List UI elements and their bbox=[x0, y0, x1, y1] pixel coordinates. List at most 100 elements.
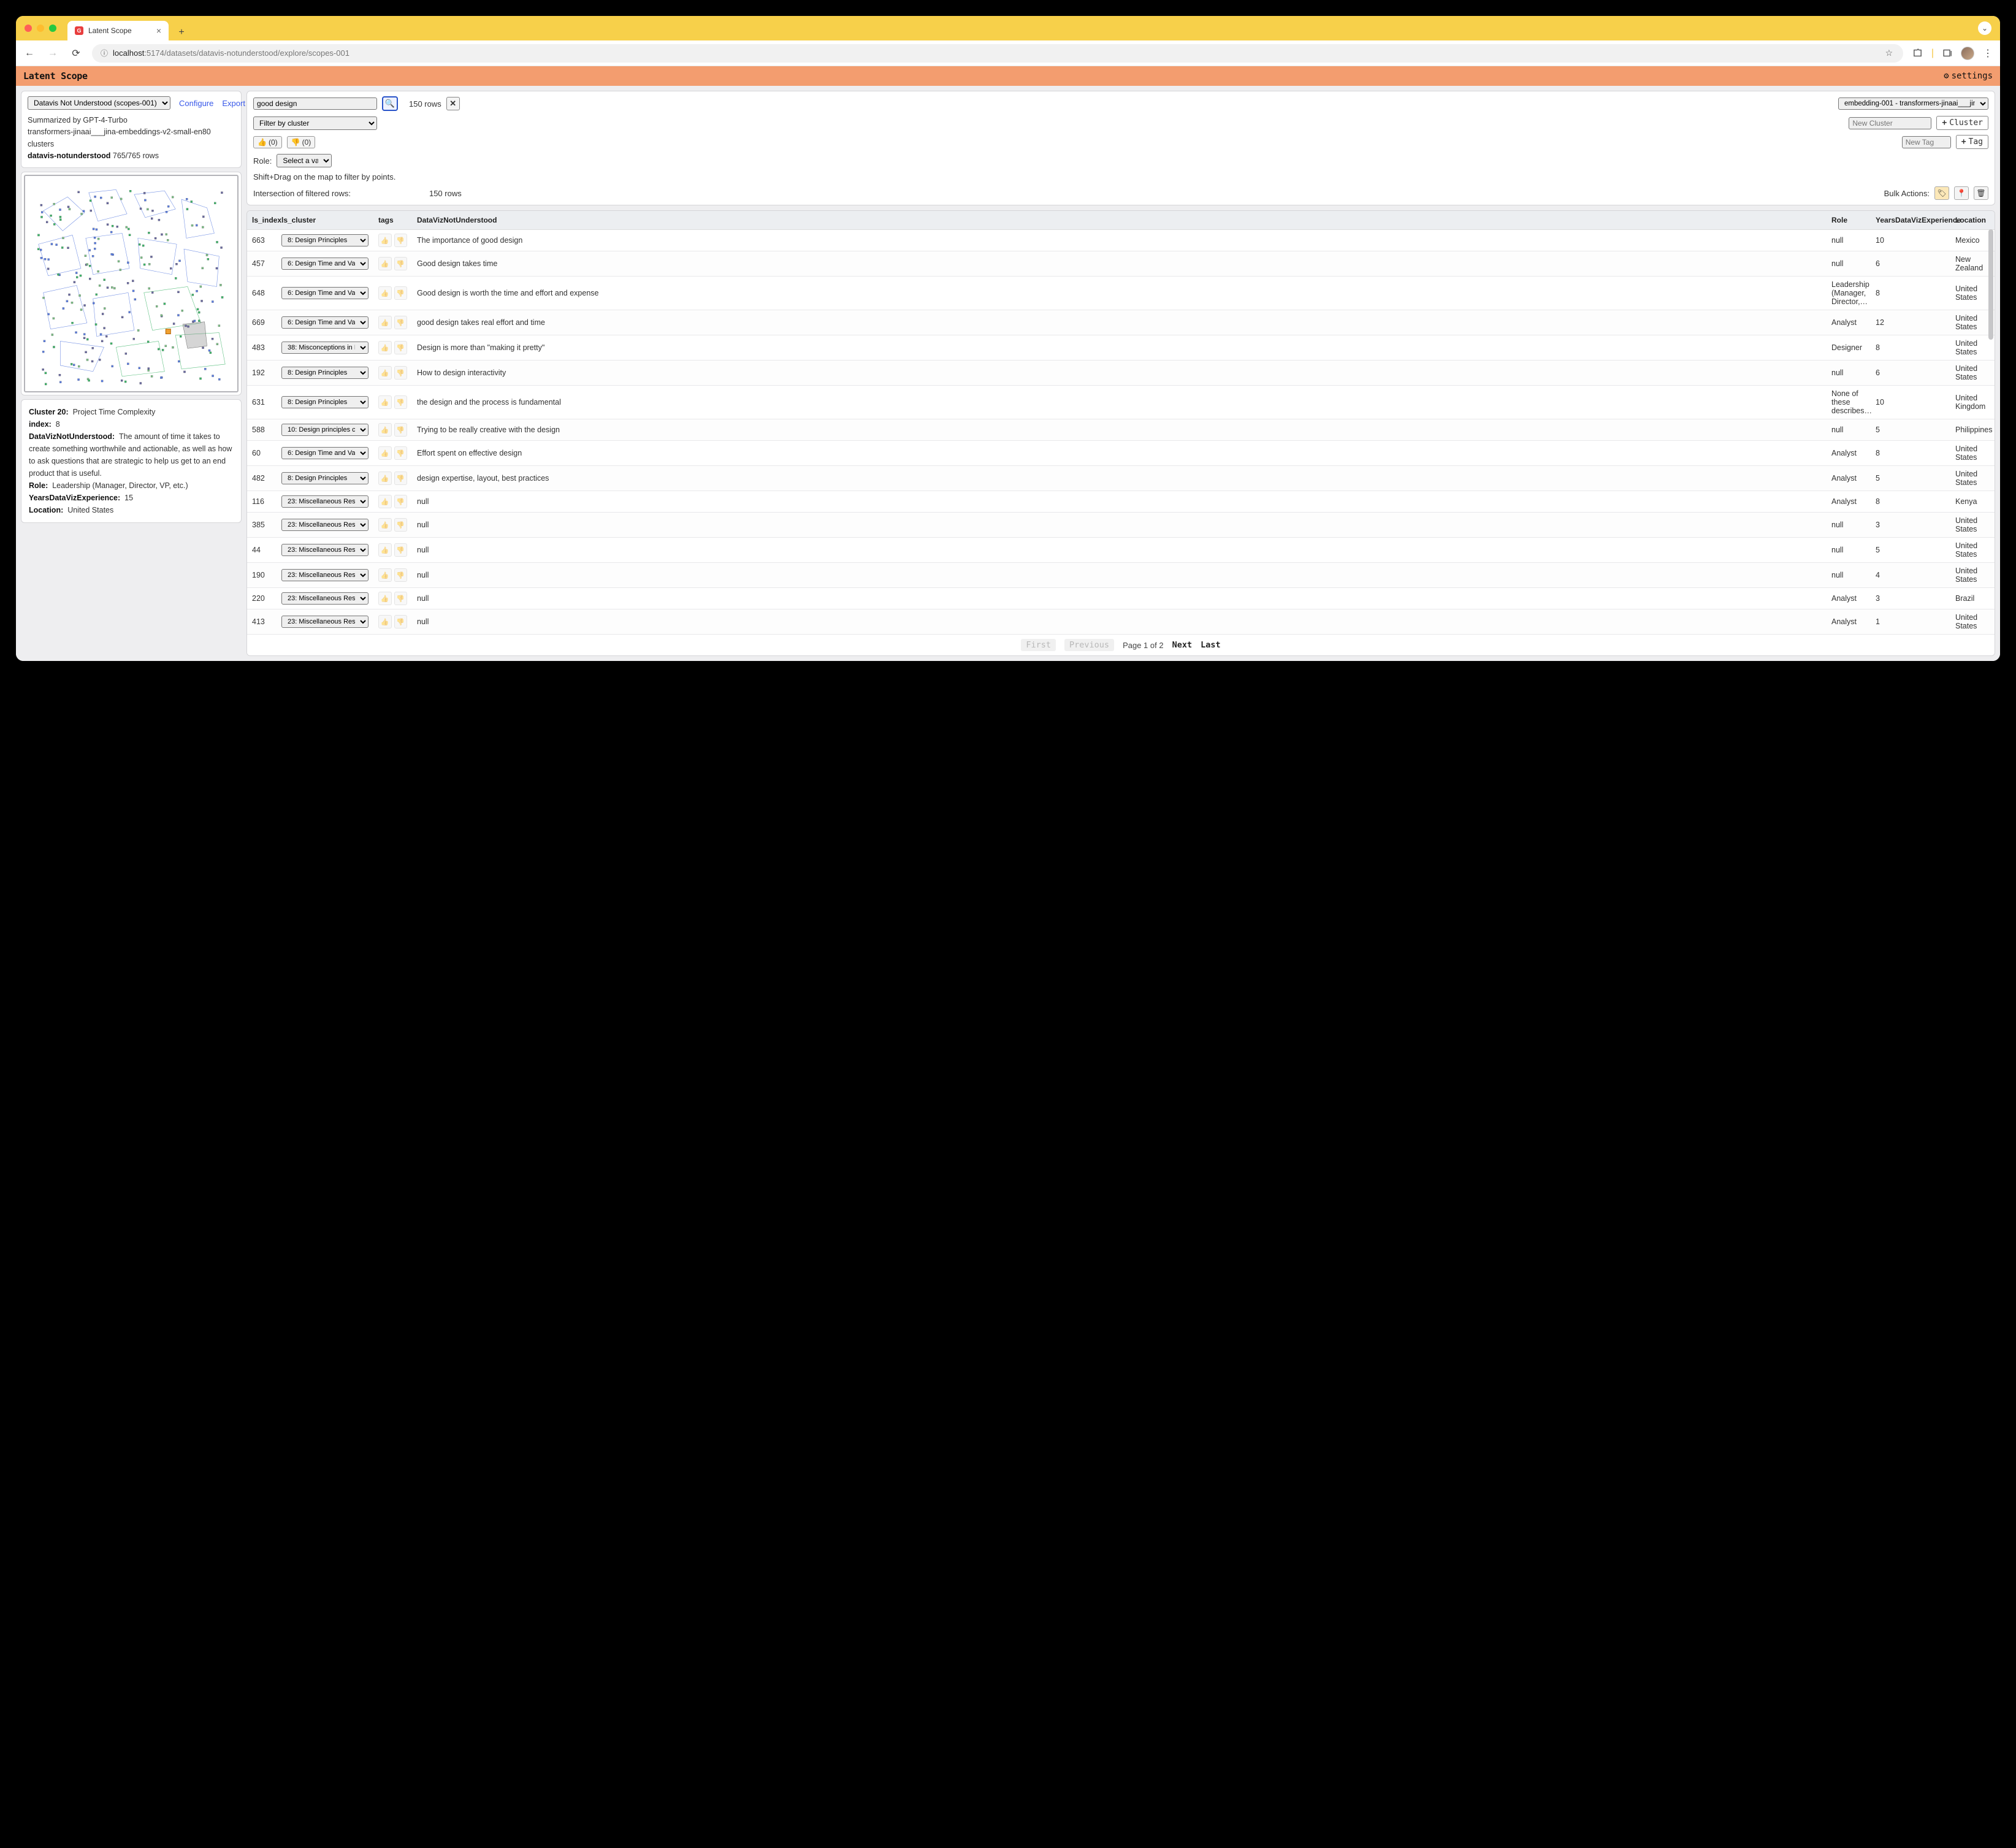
thumbs-down-icon[interactable]: 👎 bbox=[394, 395, 408, 409]
thumbs-down-icon[interactable]: 👎 bbox=[394, 568, 408, 582]
cluster-select[interactable]: 8: Design Principles bbox=[281, 396, 368, 408]
thumbs-down-icon[interactable]: 👎 bbox=[394, 446, 408, 460]
cluster-select[interactable]: 8: Design Principles bbox=[281, 472, 368, 484]
cluster-select[interactable]: 38: Misconceptions in Design bbox=[281, 342, 368, 354]
extensions-icon[interactable] bbox=[1912, 47, 1924, 59]
table-row[interactable]: 58810: Design principles challeng👍👎Tryin… bbox=[247, 419, 1995, 441]
col-ls_cluster[interactable]: ls_cluster bbox=[277, 211, 373, 230]
table-row[interactable]: 6638: Design Principles👍👎The importance … bbox=[247, 230, 1995, 251]
col-YearsDataVizExperience[interactable]: YearsDataVizExperience bbox=[1871, 211, 1950, 230]
new-tab-button[interactable]: + bbox=[174, 25, 189, 40]
configure-link[interactable]: Configure bbox=[179, 99, 213, 108]
table-row[interactable]: 6696: Design Time and Value👍👎good design… bbox=[247, 310, 1995, 335]
col-ls_index[interactable]: ls_index bbox=[247, 211, 277, 230]
export-link[interactable]: Export bbox=[222, 99, 245, 108]
table-row[interactable]: 41323: Miscellaneous Responses👍👎nullAnal… bbox=[247, 609, 1995, 635]
table-row[interactable]: 6486: Design Time and Value👍👎Good design… bbox=[247, 277, 1995, 310]
thumbs-down-icon[interactable]: 👎 bbox=[394, 518, 408, 532]
scrollbar[interactable] bbox=[1988, 229, 1993, 419]
bulk-delete-icon[interactable]: 🗑 bbox=[1974, 186, 1988, 200]
thumbs-down-icon[interactable]: 👎 bbox=[394, 592, 408, 605]
reload-button[interactable]: ⟳ bbox=[69, 47, 83, 59]
thumbs-down-icon[interactable]: 👎 bbox=[394, 543, 408, 557]
pager-prev[interactable]: Previous bbox=[1064, 639, 1114, 651]
cluster-select[interactable]: 23: Miscellaneous Responses bbox=[281, 592, 368, 605]
thumbs-up-icon[interactable]: 👍 bbox=[378, 518, 392, 532]
thumbs-up-icon[interactable]: 👍 bbox=[378, 472, 392, 485]
table-row[interactable]: 38523: Miscellaneous Responses👍👎nullnull… bbox=[247, 513, 1995, 538]
cluster-select[interactable]: 23: Miscellaneous Responses bbox=[281, 569, 368, 581]
thumbs-down-icon[interactable]: 👎 bbox=[394, 286, 408, 300]
bulk-pin-icon[interactable]: 📍 bbox=[1954, 186, 1969, 200]
media-icon[interactable] bbox=[1941, 47, 1953, 59]
table-row[interactable]: 6318: Design Principles👍👎the design and … bbox=[247, 386, 1995, 419]
cluster-filter-select[interactable]: Filter by cluster bbox=[253, 116, 377, 130]
thumbs-up-icon[interactable]: 👍 bbox=[378, 592, 392, 605]
close-window-button[interactable] bbox=[25, 25, 32, 32]
upvote-filter-button[interactable]: 👍 (0) bbox=[253, 136, 282, 148]
cluster-select[interactable]: 23: Miscellaneous Responses bbox=[281, 616, 368, 628]
settings-link[interactable]: ⚙ settings bbox=[1944, 71, 1993, 81]
thumbs-down-icon[interactable]: 👎 bbox=[394, 234, 408, 247]
browser-tab[interactable]: G Latent Scope × bbox=[67, 21, 169, 40]
scrollbar-thumb[interactable] bbox=[1988, 229, 1993, 340]
table-row[interactable]: 22023: Miscellaneous Responses👍👎nullAnal… bbox=[247, 588, 1995, 609]
site-info-icon[interactable]: ⓘ bbox=[101, 48, 108, 58]
table-row[interactable]: 4576: Design Time and Value👍👎Good design… bbox=[247, 251, 1995, 277]
thumbs-up-icon[interactable]: 👍 bbox=[378, 366, 392, 380]
search-input[interactable] bbox=[253, 97, 377, 110]
cluster-select[interactable]: 6: Design Time and Value bbox=[281, 258, 368, 270]
thumbs-up-icon[interactable]: 👍 bbox=[378, 495, 392, 508]
table-row[interactable]: 11623: Miscellaneous Responses👍👎nullAnal… bbox=[247, 491, 1995, 513]
col-DataVizNotUnderstood[interactable]: DataVizNotUnderstood bbox=[412, 211, 1827, 230]
thumbs-up-icon[interactable]: 👍 bbox=[378, 423, 392, 437]
thumbs-down-icon[interactable]: 👎 bbox=[394, 615, 408, 628]
profile-avatar[interactable] bbox=[1961, 47, 1974, 60]
cluster-select[interactable]: 6: Design Time and Value bbox=[281, 287, 368, 299]
col-Location[interactable]: Location bbox=[1950, 211, 1995, 230]
thumbs-down-icon[interactable]: 👎 bbox=[394, 316, 408, 329]
thumbs-up-icon[interactable]: 👍 bbox=[378, 543, 392, 557]
tab-close-icon[interactable]: × bbox=[156, 26, 161, 36]
chevron-down-icon[interactable]: ⌄ bbox=[1978, 21, 1991, 35]
forward-button[interactable]: → bbox=[45, 48, 60, 59]
back-button[interactable]: ← bbox=[22, 48, 37, 59]
cluster-select[interactable]: 8: Design Principles bbox=[281, 367, 368, 379]
thumbs-up-icon[interactable]: 👍 bbox=[378, 395, 392, 409]
scope-select[interactable]: Datavis Not Understood (scopes-001) bbox=[28, 96, 170, 110]
table-row[interactable]: 4828: Design Principles👍👎design expertis… bbox=[247, 466, 1995, 491]
thumbs-down-icon[interactable]: 👎 bbox=[394, 495, 408, 508]
maximize-window-button[interactable] bbox=[49, 25, 56, 32]
thumbs-up-icon[interactable]: 👍 bbox=[378, 234, 392, 247]
cluster-select[interactable]: 10: Design principles challeng bbox=[281, 424, 368, 436]
thumbs-up-icon[interactable]: 👍 bbox=[378, 341, 392, 354]
table-row[interactable]: 19023: Miscellaneous Responses👍👎nullnull… bbox=[247, 563, 1995, 588]
address-bar[interactable]: ⓘ localhost:5174/datasets/datavis-notund… bbox=[92, 44, 1903, 63]
thumbs-down-icon[interactable]: 👎 bbox=[394, 472, 408, 485]
thumbs-down-icon[interactable]: 👎 bbox=[394, 423, 408, 437]
bookmark-icon[interactable]: ☆ bbox=[1884, 48, 1895, 59]
pager-last[interactable]: Last bbox=[1201, 640, 1221, 650]
pager-next[interactable]: Next bbox=[1172, 640, 1193, 650]
cluster-select[interactable]: 8: Design Principles bbox=[281, 234, 368, 246]
thumbs-up-icon[interactable]: 👍 bbox=[378, 446, 392, 460]
cluster-select[interactable]: 6: Design Time and Value bbox=[281, 316, 368, 329]
new-tag-input[interactable] bbox=[1902, 136, 1951, 148]
table-row[interactable]: 4423: Miscellaneous Responses👍👎nullnull5… bbox=[247, 538, 1995, 563]
table-row[interactable]: 1928: Design Principles👍👎How to design i… bbox=[247, 361, 1995, 386]
thumbs-up-icon[interactable]: 👍 bbox=[378, 615, 392, 628]
new-cluster-input[interactable] bbox=[1849, 117, 1931, 129]
downvote-filter-button[interactable]: 👎 (0) bbox=[287, 136, 316, 148]
pager-first[interactable]: First bbox=[1021, 639, 1056, 651]
search-button[interactable]: 🔍 bbox=[382, 96, 398, 111]
thumbs-down-icon[interactable]: 👎 bbox=[394, 341, 408, 354]
col-tags[interactable]: tags bbox=[373, 211, 412, 230]
thumbs-up-icon[interactable]: 👍 bbox=[378, 286, 392, 300]
thumbs-up-icon[interactable]: 👍 bbox=[378, 257, 392, 270]
cluster-select[interactable]: 23: Miscellaneous Responses bbox=[281, 519, 368, 531]
cluster-select[interactable]: 6: Design Time and Value bbox=[281, 447, 368, 459]
add-cluster-button[interactable]: +Cluster bbox=[1936, 116, 1988, 130]
thumbs-down-icon[interactable]: 👎 bbox=[394, 257, 408, 270]
cluster-select[interactable]: 23: Miscellaneous Responses bbox=[281, 495, 368, 508]
add-tag-button[interactable]: +Tag bbox=[1956, 135, 1988, 149]
